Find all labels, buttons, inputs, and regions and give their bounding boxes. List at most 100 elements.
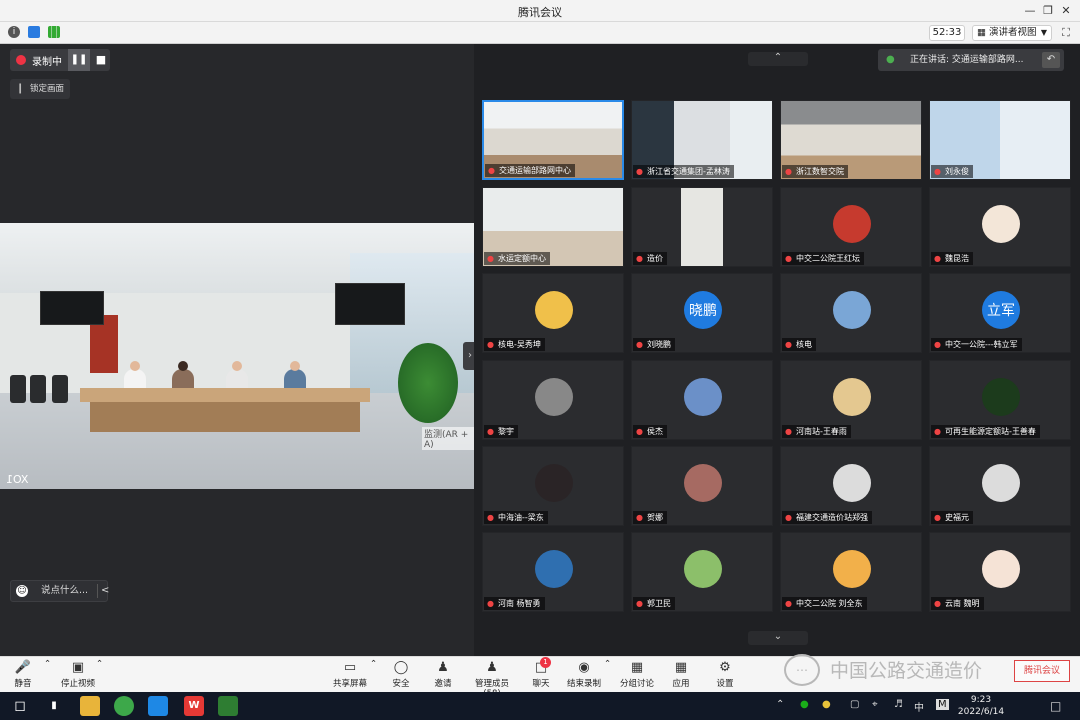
participant-avatar: 立军 [982, 291, 1020, 329]
settings-label: 设置 [716, 679, 734, 689]
volume-icon[interactable]: ♬ [894, 699, 903, 710]
stop-video-button[interactable]: ▣ 停止视频 [58, 659, 98, 691]
app-tray-icon[interactable]: ● [822, 699, 831, 710]
fullscreen-icon[interactable]: ⛶ [1058, 25, 1074, 41]
participant-nametag: ● 水运定额中心 [484, 252, 550, 265]
settings-button[interactable]: ⚙ 设置 [712, 659, 738, 691]
participant-nametag: ● 核电-吴秀坤 [484, 338, 545, 351]
mute-options-chevron[interactable]: ⌃ [44, 659, 51, 691]
wechat-tray-icon[interactable]: ● [800, 699, 809, 710]
task-view-icon[interactable]: ▮ [44, 696, 64, 716]
participant-nametag: ● 福建交通造价站郑强 [782, 511, 872, 524]
participant-tile[interactable]: ● 刘永俊 [929, 100, 1071, 180]
record-options-chevron[interactable]: ⌃ [604, 659, 611, 691]
participant-tile[interactable]: ● 水运定额中心 [482, 187, 624, 267]
manage-members-button[interactable]: ♟管理成员(58) [468, 659, 516, 699]
participant-tile[interactable]: ● 核电 [780, 273, 922, 353]
system-clock[interactable]: 9:23 2022/6/14 [956, 694, 1006, 718]
participant-tile[interactable]: ● 河南 杨智勇 [482, 532, 624, 612]
pause-recording-button[interactable]: ❚❚ [68, 49, 90, 71]
info-icon[interactable]: i [8, 26, 20, 38]
participant-tile[interactable]: ● 史福元 [929, 446, 1071, 526]
share-options-chevron[interactable]: ⌃ [370, 659, 377, 691]
minimize-icon[interactable]: — [1022, 3, 1038, 19]
mic-muted-icon: ● [934, 254, 941, 263]
participant-tile[interactable]: ● 魏昆浩 [929, 187, 1071, 267]
emoji-icon[interactable]: ☺ [16, 585, 28, 597]
participant-tile[interactable]: ● 中交二公院 刘全东 [780, 532, 922, 612]
main-video-feed: 监测(AR + A) XO1 [0, 223, 474, 489]
participant-tile[interactable]: ● 核电-吴秀坤 [482, 273, 624, 353]
ime-indicator[interactable]: 中 [914, 699, 924, 714]
participant-tile[interactable]: ● 中海油--梁东 [482, 446, 624, 526]
participant-tile[interactable]: ● 贺娜 [631, 446, 773, 526]
lock-screen-button[interactable]: ❙ 锁定画面 [10, 79, 70, 99]
participant-tile[interactable]: ● 造价 [631, 187, 773, 267]
participant-name: 贺娜 [647, 513, 663, 522]
browser-icon[interactable] [114, 696, 134, 716]
notification-icon[interactable]: □ [1050, 699, 1061, 713]
participant-tile[interactable]: ● 黎宇 [482, 360, 624, 440]
participant-tile[interactable]: ● 可再生能源定额站-王善春 [929, 360, 1071, 440]
participant-tile[interactable]: ● 中交二公院王红坛 [780, 187, 922, 267]
end-recording-button[interactable]: ◉ 结束录制 [566, 659, 602, 691]
participant-tile[interactable]: ● 交通运输部路网中心 [482, 100, 624, 180]
page-down-button[interactable]: ⌄ [748, 631, 808, 645]
security-button[interactable]: ◯ 安全 [388, 659, 414, 691]
wps-icon[interactable]: W [184, 696, 204, 716]
chevron-left-icon[interactable]: < [101, 581, 109, 601]
breakout-rooms-button[interactable]: ▦ 分组讨论 [620, 659, 654, 691]
potted-plant [398, 343, 458, 423]
participant-tile[interactable]: ● 浙江数智交院 [780, 100, 922, 180]
tencent-meeting-taskbar-icon[interactable] [148, 696, 168, 716]
wechat-account-name: 中国公路交通造价 [830, 660, 983, 682]
view-mode-label: 演讲者视图 [989, 27, 1037, 38]
apps-icon: ▦ [674, 660, 688, 675]
signal-icon[interactable] [48, 26, 60, 38]
apps-button[interactable]: ▦ 应用 [668, 659, 694, 691]
mute-label: 静音 [14, 679, 32, 689]
participant-avatar [982, 464, 1020, 502]
participant-tile[interactable]: ● 侯杰 [631, 360, 773, 440]
start-menu-icon[interactable]: ◻ [10, 696, 30, 716]
mute-button[interactable]: 🎤 静音 [10, 659, 36, 691]
participant-tile[interactable]: ● 郭卫民 [631, 532, 773, 612]
network-icon[interactable]: ⌖ [872, 699, 878, 710]
close-icon[interactable]: ✕ [1058, 3, 1074, 19]
participant-tile[interactable]: 立军 ● 中交一公院---韩立军 [929, 273, 1071, 353]
participant-tile[interactable]: ● 福建交通造价站郑强 [780, 446, 922, 526]
tray-app-icon[interactable]: ▢ [850, 699, 859, 710]
participant-nametag: ● 可再生能源定额站-王善春 [931, 425, 1040, 438]
invite-button[interactable]: ♟ 邀请 [430, 659, 456, 691]
shield-icon[interactable] [28, 26, 40, 38]
participant-avatar [982, 378, 1020, 416]
chat-quick-input[interactable]: ☺ 说点什么... < [10, 580, 109, 602]
view-mode-dropdown[interactable]: ▦ 演讲者视图 ▼ [972, 25, 1052, 41]
participant-nametag: ● 贺娜 [633, 511, 667, 524]
share-screen-button[interactable]: ▭ 共享屏幕 [332, 659, 368, 691]
video-options-chevron[interactable]: ⌃ [96, 659, 103, 691]
share-screen-icon: ▭ [343, 660, 357, 675]
person-head [178, 361, 188, 371]
participant-tile[interactable]: ● 浙江省交通集团-孟林涛 [631, 100, 773, 180]
file-explorer-icon[interactable] [80, 696, 100, 716]
chat-unread-badge: 1 [540, 657, 551, 668]
participant-nametag: ● 云南 魏明 [931, 597, 984, 610]
mic-muted-icon: ● [487, 254, 494, 263]
wechat-taskbar-icon[interactable] [218, 696, 238, 716]
participant-name: 侯杰 [647, 427, 663, 436]
ime-mode-indicator[interactable]: M [936, 699, 949, 710]
participant-tile[interactable]: 晓鹏 ● 刘晓鹏 [631, 273, 773, 353]
participant-nametag: ● 核电 [782, 338, 816, 351]
stop-recording-button[interactable]: ■ [92, 49, 110, 71]
page-up-button[interactable]: ⌃ [748, 52, 808, 66]
back-icon[interactable]: ↶ [1042, 52, 1060, 68]
mic-muted-icon: ● [785, 427, 792, 436]
participant-tile[interactable]: ● 河南站-王春雨 [780, 360, 922, 440]
participant-avatar [833, 550, 871, 588]
invite-label: 邀请 [434, 679, 452, 689]
participant-tile[interactable]: ● 云南 魏明 [929, 532, 1071, 612]
tray-chevron-icon[interactable]: ⌃ [776, 699, 784, 710]
maximize-icon[interactable]: ❐ [1040, 3, 1056, 19]
clock-time: 9:23 [970, 695, 992, 705]
